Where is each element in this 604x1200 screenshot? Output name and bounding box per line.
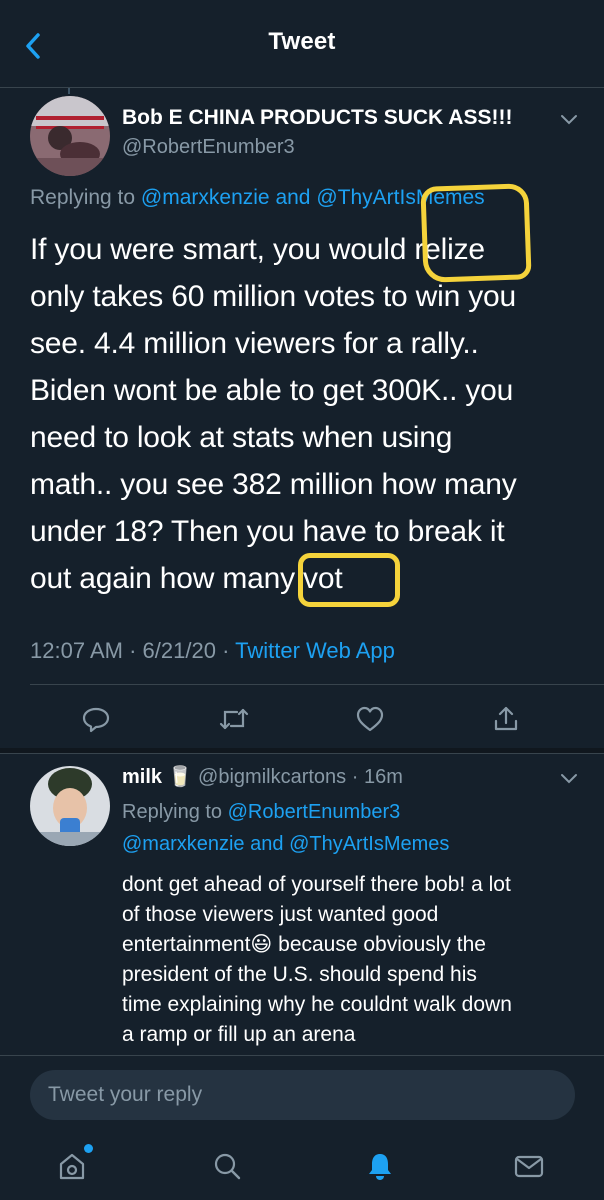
mention-link[interactable]: @RobertEnumber3 (228, 801, 401, 823)
reply-author-handle[interactable]: @bigmilkcartons (198, 766, 346, 788)
messages-icon (514, 1155, 544, 1178)
tweet-source[interactable]: Twitter Web App (235, 638, 395, 663)
highlight-mark (420, 183, 532, 283)
chevron-down-icon[interactable] (558, 767, 580, 789)
tab-notifications[interactable] (362, 1148, 398, 1184)
section-divider (0, 748, 604, 754)
reply-composer-input[interactable]: Tweet your reply (30, 1070, 575, 1120)
retweet-button[interactable] (216, 701, 252, 737)
reply-author-name[interactable]: milk 🥛 (122, 766, 192, 788)
reply-replying-to: Replying to @RobertEnumber3 @marxkenzie … (122, 801, 450, 855)
home-icon (59, 1153, 85, 1180)
reply-button[interactable] (78, 701, 114, 737)
reply-text: dont get ahead of yourself there bob! a … (122, 873, 512, 1046)
highlight-mark (298, 553, 400, 607)
tab-home[interactable] (54, 1148, 90, 1184)
chevron-down-icon[interactable] (558, 108, 580, 130)
mention-link[interactable]: @marxkenzie (122, 833, 245, 855)
mention-link[interactable]: @marxkenzie (141, 186, 270, 209)
mention-link[interactable]: @ThyArtIsMemes (289, 833, 449, 855)
like-icon (356, 706, 384, 732)
notifications-icon (369, 1154, 391, 1180)
author-handle[interactable]: @RobertEnumber3 (122, 136, 295, 159)
divider (30, 684, 604, 685)
reply-header: milk 🥛 @bigmilkcartons · 16m (122, 766, 403, 788)
replying-to: Replying to @marxkenzie and @ThyArtIsMem… (30, 186, 485, 209)
retweet-icon (219, 708, 249, 730)
thread-line (68, 88, 70, 94)
tweet-time: 12:07 AM (30, 638, 123, 663)
share-button[interactable] (488, 701, 524, 737)
share-icon (494, 706, 518, 731)
reply-icon (82, 707, 110, 733)
search-icon (214, 1153, 241, 1180)
top-bar: Tweet (0, 0, 604, 88)
like-button[interactable] (352, 701, 388, 737)
reply-avatar[interactable] (30, 766, 110, 846)
page-title: Tweet (268, 28, 336, 55)
author-name[interactable]: Bob E CHINA PRODUCTS SUCK ASS!!! (122, 106, 512, 130)
tab-messages[interactable] (511, 1148, 547, 1184)
tab-search[interactable] (209, 1148, 245, 1184)
tweet-meta: 12:07 AM · 6/21/20 · Twitter Web App (30, 638, 395, 663)
notification-dot (84, 1144, 93, 1153)
avatar[interactable] (30, 96, 110, 176)
tweet-text: If you were smart, you would relize only… (30, 233, 517, 595)
tweet-date: 6/21/20 (142, 638, 216, 663)
reply-time: 16m (363, 766, 403, 788)
